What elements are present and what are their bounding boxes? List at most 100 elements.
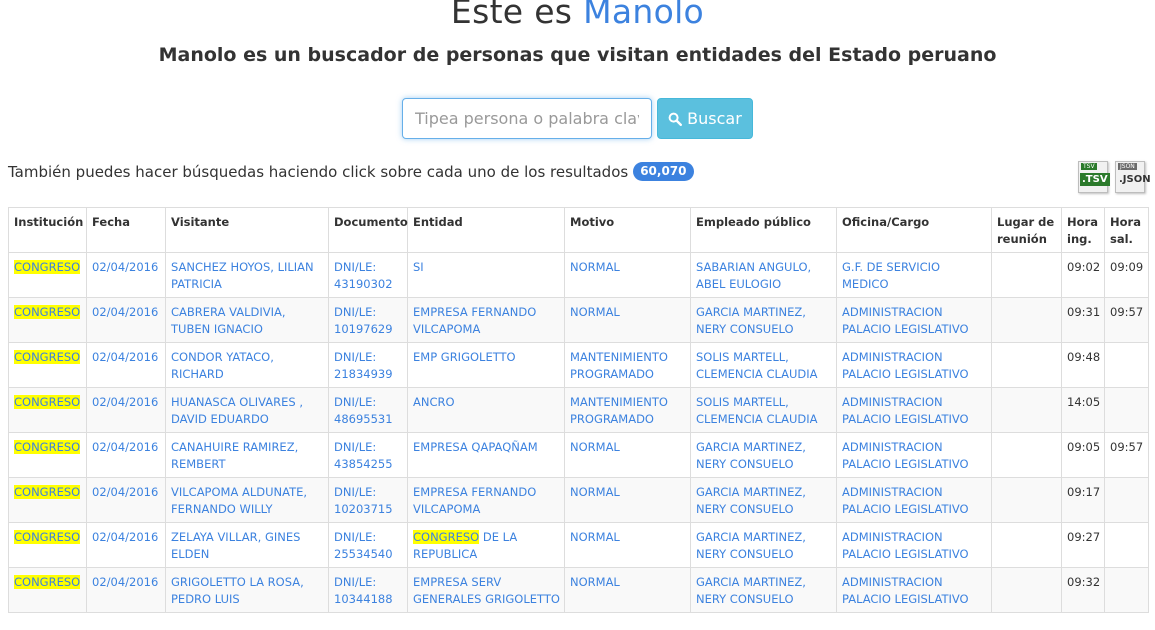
cell-fecha: 02/04/2016 xyxy=(86,387,166,433)
institucion-link[interactable]: CONGRESO xyxy=(14,530,81,544)
visitante-link[interactable]: ZELAYA VILLAR, GINES ELDEN xyxy=(171,530,300,561)
search-button[interactable]: Buscar xyxy=(657,98,753,139)
cell-oficina: ADMINISTRACION PALACIO LEGISLATIVO xyxy=(836,567,992,613)
empleado-link[interactable]: SOLIS MARTELL, CLEMENCIA CLAUDIA xyxy=(696,395,818,426)
entidad-link[interactable]: EMPRESA SERV GENERALES GRIGOLETTO xyxy=(413,575,560,606)
cell-empleado: SOLIS MARTELL, CLEMENCIA CLAUDIA xyxy=(690,342,837,388)
tsv-tag: TSV xyxy=(1081,163,1097,170)
cell-fecha: 02/04/2016 xyxy=(86,477,166,523)
table-row: CONGRESO 02/04/2016 GRIGOLETTO LA ROSA, PE… xyxy=(8,567,1149,613)
entidad-link[interactable]: EMPRESA FERNANDO VILCAPOMA xyxy=(413,305,536,336)
visitante-link[interactable]: CANAHUIRE RAMIREZ, REMBERT xyxy=(171,440,298,471)
visitante-link[interactable]: HUANASCA OLIVARES , DAVID EDUARDO xyxy=(171,395,303,426)
cell-institucion: CONGRESO xyxy=(8,297,87,343)
visitante-link[interactable]: GRIGOLETTO LA ROSA, PEDRO LUIS xyxy=(171,575,304,606)
documento-link[interactable]: DNI/LE: 43854255 xyxy=(334,440,393,471)
col-header-visitante: Visitante xyxy=(165,207,329,253)
visitante-link[interactable]: CABRERA VALDIVIA, TUBEN IGNACIO xyxy=(171,305,286,336)
motivo-link[interactable]: NORMAL xyxy=(570,440,620,454)
motivo-link[interactable]: NORMAL xyxy=(570,260,620,274)
documento-link[interactable]: DNI/LE: 21834939 xyxy=(334,350,393,381)
visitante-link[interactable]: VILCAPOMA ALDUNATE, FERNANDO WILLY xyxy=(171,485,307,516)
entidad-text: SI xyxy=(413,260,424,274)
cell-institucion: CONGRESO xyxy=(8,342,87,388)
motivo-link[interactable]: MANTENIMIENTO PROGRAMADO xyxy=(570,350,668,381)
institucion-link[interactable]: CONGRESO xyxy=(14,485,81,499)
empleado-link[interactable]: SABARIAN ANGULO, ABEL EULOGIO xyxy=(696,260,811,291)
entidad-text: EMPRESA SERV GENERALES GRIGOLETTO xyxy=(413,575,560,606)
visitante-link[interactable]: CONDOR YATACO, RICHARD xyxy=(171,350,274,381)
oficina-link[interactable]: ADMINISTRACION PALACIO LEGISLATIVO xyxy=(842,395,969,426)
cell-lugar xyxy=(991,432,1062,478)
entidad-link[interactable]: ANCRO xyxy=(413,395,455,409)
page-title: Este es Manolo xyxy=(0,0,1155,31)
documento-link[interactable]: DNI/LE: 10197629 xyxy=(334,305,393,336)
documento-link[interactable]: DNI/LE: 25534540 xyxy=(334,530,393,561)
institucion-link[interactable]: CONGRESO xyxy=(14,305,81,319)
fecha-link[interactable]: 02/04/2016 xyxy=(92,305,158,319)
visitante-link[interactable]: SANCHEZ HOYOS, LILIAN PATRICIA xyxy=(171,260,314,291)
cell-documento: DNI/LE: 21834939 xyxy=(328,342,408,388)
oficina-link[interactable]: ADMINISTRACION PALACIO LEGISLATIVO xyxy=(842,485,969,516)
search-input[interactable] xyxy=(402,98,652,139)
fecha-link[interactable]: 02/04/2016 xyxy=(92,395,158,409)
entidad-link[interactable]: CONGRESO DE LA REPUBLICA xyxy=(413,530,517,561)
institucion-link[interactable]: CONGRESO xyxy=(14,395,81,409)
table-row: CONGRESO 02/04/2016 HUANASCA OLIVARES , DA… xyxy=(8,387,1149,433)
motivo-link[interactable]: NORMAL xyxy=(570,575,620,589)
results-hint-text: También puedes hacer búsquedas haciendo … xyxy=(8,162,629,181)
entidad-link[interactable]: EMP GRIGOLETTO xyxy=(413,350,516,364)
oficina-link[interactable]: ADMINISTRACION PALACIO LEGISLATIVO xyxy=(842,575,969,606)
cell-fecha: 02/04/2016 xyxy=(86,297,166,343)
fecha-link[interactable]: 02/04/2016 xyxy=(92,350,158,364)
oficina-link[interactable]: ADMINISTRACION PALACIO LEGISLATIVO xyxy=(842,350,969,381)
col-header-lugar: Lugar de reunión xyxy=(991,207,1062,253)
empleado-link[interactable]: GARCIA MARTINEZ, NERY CONSUELO xyxy=(696,305,806,336)
institucion-link[interactable]: CONGRESO xyxy=(14,575,81,589)
cell-fecha: 02/04/2016 xyxy=(86,522,166,568)
cell-oficina: ADMINISTRACION PALACIO LEGISLATIVO xyxy=(836,387,992,433)
motivo-link[interactable]: MANTENIMIENTO PROGRAMADO xyxy=(570,395,668,426)
empleado-link[interactable]: GARCIA MARTINEZ, NERY CONSUELO xyxy=(696,530,806,561)
oficina-link[interactable]: ADMINISTRACION PALACIO LEGISLATIVO xyxy=(842,305,969,336)
download-json-button[interactable]: JSON .JSON xyxy=(1115,161,1151,195)
institucion-link[interactable]: CONGRESO xyxy=(14,440,81,454)
cell-hora-ing: 09:27 xyxy=(1061,522,1105,568)
documento-link[interactable]: DNI/LE: 43190302 xyxy=(334,260,393,291)
documento-link[interactable]: DNI/LE: 10203715 xyxy=(334,485,393,516)
empleado-link[interactable]: GARCIA MARTINEZ, NERY CONSUELO xyxy=(696,485,806,516)
cell-documento: DNI/LE: 10344188 xyxy=(328,567,408,613)
entidad-link[interactable]: SI xyxy=(413,260,424,274)
empleado-link[interactable]: GARCIA MARTINEZ, NERY CONSUELO xyxy=(696,575,806,606)
oficina-link[interactable]: ADMINISTRACION PALACIO LEGISLATIVO xyxy=(842,530,969,561)
cell-motivo: NORMAL xyxy=(564,297,691,343)
fecha-link[interactable]: 02/04/2016 xyxy=(92,260,158,274)
documento-link[interactable]: DNI/LE: 48695531 xyxy=(334,395,393,426)
entidad-link[interactable]: EMPRESA QAPAQÑAM xyxy=(413,440,538,454)
institucion-link[interactable]: CONGRESO xyxy=(14,350,81,364)
empleado-link[interactable]: GARCIA MARTINEZ, NERY CONSUELO xyxy=(696,440,806,471)
motivo-link[interactable]: NORMAL xyxy=(570,530,620,544)
fecha-link[interactable]: 02/04/2016 xyxy=(92,575,158,589)
fecha-link[interactable]: 02/04/2016 xyxy=(92,485,158,499)
institucion-link[interactable]: CONGRESO xyxy=(14,260,81,274)
col-header-entidad: Entidad xyxy=(407,207,565,253)
download-tsv-button[interactable]: TSV .TSV xyxy=(1078,161,1110,195)
documento-link[interactable]: DNI/LE: 10344188 xyxy=(334,575,393,606)
fecha-link[interactable]: 02/04/2016 xyxy=(92,530,158,544)
page-subtitle: Manolo es un buscador de personas que vi… xyxy=(158,44,997,66)
results-hint: También puedes hacer búsquedas haciendo … xyxy=(8,162,694,181)
oficina-link[interactable]: G.F. DE SERVICIO MEDICO xyxy=(842,260,940,291)
oficina-link[interactable]: ADMINISTRACION PALACIO LEGISLATIVO xyxy=(842,440,969,471)
fecha-link[interactable]: 02/04/2016 xyxy=(92,440,158,454)
cell-institucion: CONGRESO xyxy=(8,477,87,523)
cell-hora-ing: 09:02 xyxy=(1061,252,1105,298)
cell-hora-ing: 14:05 xyxy=(1061,387,1105,433)
motivo-link[interactable]: NORMAL xyxy=(570,305,620,319)
cell-lugar xyxy=(991,477,1062,523)
entidad-text: EMPRESA FERNANDO VILCAPOMA xyxy=(413,485,537,516)
empleado-link[interactable]: SOLIS MARTELL, CLEMENCIA CLAUDIA xyxy=(696,350,818,381)
entidad-link[interactable]: EMPRESA FERNANDO VILCAPOMA xyxy=(413,485,536,516)
motivo-link[interactable]: NORMAL xyxy=(570,485,620,499)
col-header-documento: Documento xyxy=(328,207,408,253)
